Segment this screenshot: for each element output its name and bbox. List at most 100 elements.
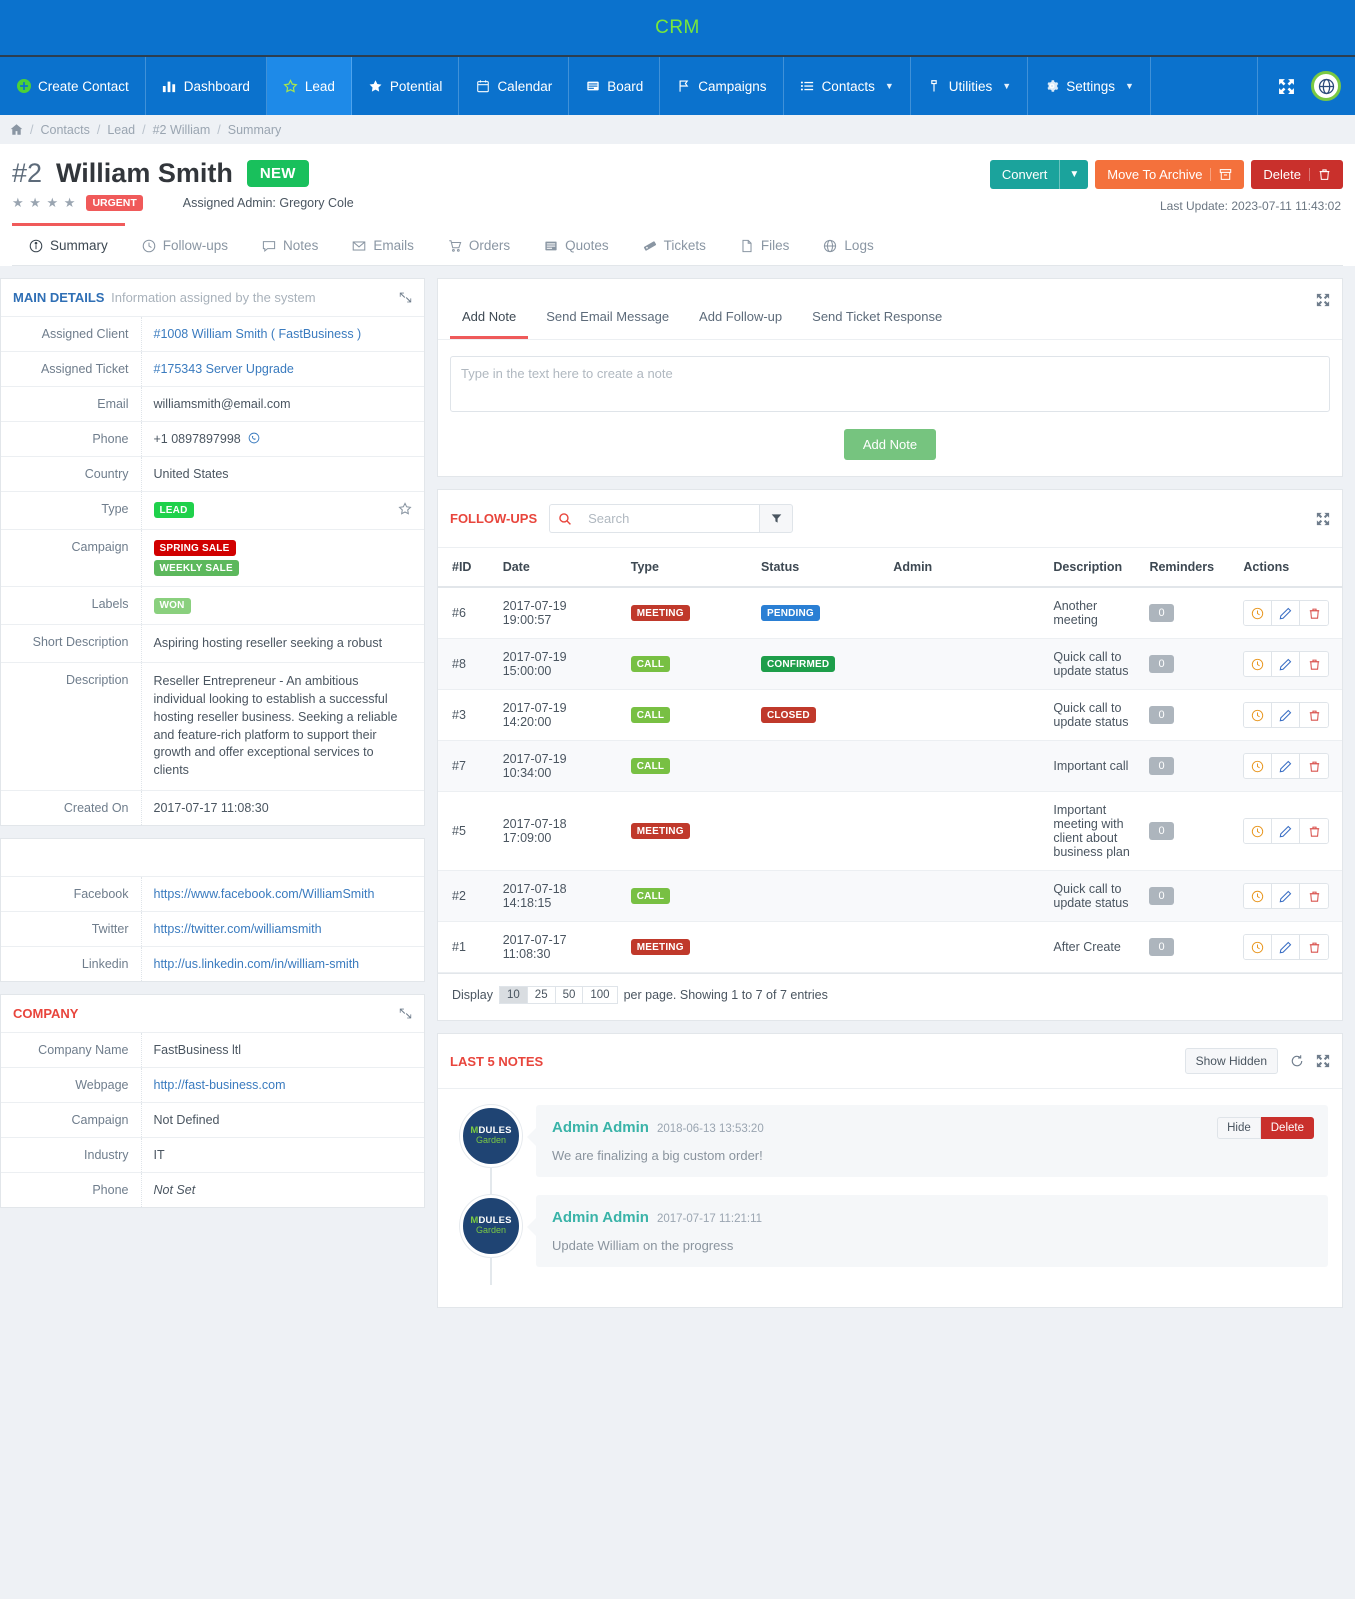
twitter-link[interactable]: https://twitter.com/williamsmith xyxy=(154,922,322,936)
reminders-badge[interactable]: 0 xyxy=(1149,887,1174,905)
breadcrumb-item-lead[interactable]: Lead xyxy=(107,123,135,137)
edit-pencil-icon[interactable] xyxy=(1272,884,1301,908)
filter-icon[interactable] xyxy=(759,504,794,533)
table-row[interactable]: #7 2017-07-19 10:34:00 CALL Important call 0 xyxy=(438,740,1342,792)
expand-icon[interactable] xyxy=(1316,1054,1330,1068)
trash-icon[interactable] xyxy=(1300,935,1329,959)
move-to-archive-button[interactable]: Move To Archive xyxy=(1095,160,1245,189)
nav-item-potential[interactable]: Potential xyxy=(352,57,460,115)
clock-icon[interactable] xyxy=(1244,819,1273,843)
reminders-badge[interactable]: 0 xyxy=(1149,706,1174,724)
edit-pencil-icon[interactable] xyxy=(1272,601,1301,625)
edit-pencil-icon[interactable] xyxy=(1272,935,1301,959)
column-header-admin[interactable]: Admin xyxy=(887,548,1048,588)
globe-logo-icon[interactable] xyxy=(1311,71,1341,101)
clock-icon[interactable] xyxy=(1244,703,1273,727)
column-header-description[interactable]: Description xyxy=(1047,548,1144,588)
table-row[interactable]: #3 2017-07-19 14:20:00 CALL CLOSED Quick call… xyxy=(438,689,1342,741)
tab-follow-ups[interactable]: Follow-ups xyxy=(125,223,245,265)
page-size-10[interactable]: 10 xyxy=(499,986,527,1004)
column-header-id[interactable]: #ID xyxy=(438,548,497,588)
nav-item-create-contact[interactable]: Create Contact xyxy=(0,57,146,115)
expand-icon[interactable] xyxy=(1316,293,1330,310)
clock-icon[interactable] xyxy=(1244,884,1273,908)
add-note-button[interactable]: Add Note xyxy=(843,429,937,460)
nav-item-lead[interactable]: Lead xyxy=(266,57,352,115)
delete-note-button[interactable]: Delete xyxy=(1260,1117,1314,1139)
show-hidden-button[interactable]: Show Hidden xyxy=(1184,1048,1278,1074)
rating-stars[interactable]: ★ ★ ★ ★ xyxy=(12,195,76,211)
reminders-badge[interactable]: 0 xyxy=(1149,757,1174,775)
edit-pencil-icon[interactable] xyxy=(1272,819,1301,843)
trash-icon[interactable] xyxy=(1300,703,1329,727)
nav-item-dashboard[interactable]: Dashboard xyxy=(146,57,267,115)
edit-pencil-icon[interactable] xyxy=(1272,703,1301,727)
column-header-reminders[interactable]: Reminders xyxy=(1143,548,1238,588)
trash-icon[interactable] xyxy=(1300,819,1329,843)
nav-item-calendar[interactable]: Calendar xyxy=(459,57,570,115)
reminders-badge[interactable]: 0 xyxy=(1149,655,1174,673)
tab-add-follow-up[interactable]: Add Follow-up xyxy=(687,301,794,339)
hide-note-button[interactable]: Hide xyxy=(1217,1117,1261,1139)
search-input[interactable] xyxy=(579,504,760,533)
reminders-badge[interactable]: 0 xyxy=(1149,604,1174,622)
page-size-25[interactable]: 25 xyxy=(526,986,555,1004)
reminders-badge[interactable]: 0 xyxy=(1149,938,1174,956)
collapse-icon[interactable] xyxy=(399,1007,412,1020)
convert-dropdown-toggle[interactable]: ▼ xyxy=(1059,160,1089,189)
trash-icon[interactable] xyxy=(1300,754,1329,778)
tab-send-email-message[interactable]: Send Email Message xyxy=(534,301,681,339)
favorite-star-icon[interactable] xyxy=(398,502,412,519)
clock-icon[interactable] xyxy=(1244,935,1273,959)
tab-tickets[interactable]: Tickets xyxy=(626,223,723,265)
collapse-icon[interactable] xyxy=(399,291,412,304)
table-row[interactable]: #6 2017-07-19 19:00:57 MEETING PENDING Anothe… xyxy=(438,587,1342,639)
whatsapp-icon[interactable] xyxy=(248,432,260,446)
tab-add-note[interactable]: Add Note xyxy=(450,301,529,339)
nav-item-board[interactable]: Board xyxy=(569,57,661,115)
table-row[interactable]: #5 2017-07-18 17:09:00 MEETING Important mee… xyxy=(438,791,1342,871)
table-row[interactable]: #8 2017-07-19 15:00:00 CALL CONFIRMED Quick c… xyxy=(438,638,1342,690)
assigned-client-link[interactable]: #1008 William Smith ( FastBusiness ) xyxy=(154,327,362,341)
refresh-icon[interactable] xyxy=(1290,1054,1304,1068)
nav-item-contacts[interactable]: Contacts ▼ xyxy=(784,57,911,115)
convert-button[interactable]: Convert xyxy=(989,160,1060,189)
delete-button[interactable]: Delete xyxy=(1251,160,1343,189)
breadcrumb-item-record[interactable]: #2 William xyxy=(153,123,211,137)
column-header-type[interactable]: Type xyxy=(624,548,755,588)
nav-item-campaigns[interactable]: Campaigns xyxy=(660,57,784,115)
tab-orders[interactable]: Orders xyxy=(431,223,527,265)
page-size-50[interactable]: 50 xyxy=(554,986,583,1004)
tab-quotes[interactable]: Quotes xyxy=(527,223,626,265)
linkedin-link[interactable]: http://us.linkedin.com/in/william-smith xyxy=(154,957,360,971)
tab-summary[interactable]: Summary xyxy=(12,223,125,265)
table-row[interactable]: #2 2017-07-18 14:18:15 CALL Quick call to up… xyxy=(438,870,1342,922)
tab-emails[interactable]: Emails xyxy=(335,223,431,265)
edit-pencil-icon[interactable] xyxy=(1272,652,1301,676)
column-header-status[interactable]: Status xyxy=(754,548,888,588)
clock-icon[interactable] xyxy=(1244,601,1273,625)
reminders-badge[interactable]: 0 xyxy=(1149,822,1174,840)
trash-icon[interactable] xyxy=(1300,652,1329,676)
trash-icon[interactable] xyxy=(1300,601,1329,625)
nav-item-settings[interactable]: Settings ▼ xyxy=(1028,57,1151,115)
tab-send-ticket-response[interactable]: Send Ticket Response xyxy=(800,301,954,339)
home-icon[interactable] xyxy=(10,123,23,136)
clock-icon[interactable] xyxy=(1244,754,1273,778)
facebook-link[interactable]: https://www.facebook.com/WilliamSmith xyxy=(154,887,375,901)
tab-notes[interactable]: Notes xyxy=(245,223,335,265)
clock-icon[interactable] xyxy=(1244,652,1273,676)
company-webpage-link[interactable]: http://fast-business.com xyxy=(154,1078,286,1092)
expand-icon[interactable] xyxy=(1316,512,1330,526)
tab-logs[interactable]: Logs xyxy=(806,223,890,265)
tab-files[interactable]: Files xyxy=(723,223,807,265)
note-textarea[interactable] xyxy=(450,356,1330,412)
edit-pencil-icon[interactable] xyxy=(1272,754,1301,778)
page-size-100[interactable]: 100 xyxy=(582,986,618,1004)
trash-icon[interactable] xyxy=(1300,884,1329,908)
expand-arrows-icon[interactable] xyxy=(1278,78,1295,95)
table-row[interactable]: #1 2017-07-17 11:08:30 MEETING After Create 0 xyxy=(438,921,1342,973)
nav-item-utilities[interactable]: Utilities ▼ xyxy=(911,57,1029,115)
assigned-ticket-link[interactable]: #175343 Server Upgrade xyxy=(154,362,294,376)
column-header-date[interactable]: Date xyxy=(496,548,625,588)
